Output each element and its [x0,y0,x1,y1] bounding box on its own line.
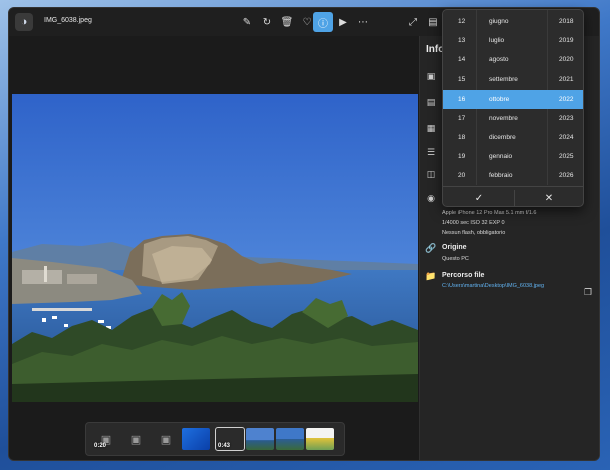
blue-screen-thumb [182,428,210,450]
camera-details: Apple iPhone 12 Pro Max 5.1 mm f/1.6 [442,210,537,216]
action-divider [514,190,515,206]
month-value[interactable]: settembre [489,76,518,83]
year-value[interactable]: 2021 [559,76,573,83]
description-icon: ☰ [426,146,436,157]
checkmark-icon[interactable]: ✓ [472,191,486,205]
thumbnail[interactable]: ▣ [122,428,150,450]
month-value[interactable]: novembre [489,115,518,122]
image-placeholder-icon: ▣ [130,433,142,446]
year-value[interactable]: 2018 [559,18,573,25]
year-value[interactable]: 2019 [559,37,573,44]
date-row[interactable]: 13 luglio 2019 [443,31,583,50]
month-value[interactable]: giugno [489,18,509,25]
origin-value: Questo PC [442,256,469,262]
day-value[interactable]: 15 [458,76,465,83]
file-name: IMG_6038.jpeg [44,17,92,24]
photos-app-icon: ◑ [15,13,33,31]
file-path-label: Percorso file [442,272,485,279]
date-picker-actions: ✓ ✕ [443,186,583,206]
panel-icon[interactable]: ▤ [423,12,443,32]
calendar-icon: ▦ [426,122,436,133]
exposure-details: 1/4000 sec ISO 32 EXP 0 [442,220,505,226]
thumbnail[interactable] [182,428,210,450]
month-value[interactable]: dicembre [489,134,516,141]
day-value[interactable]: 13 [458,37,465,44]
camera-icon: ◉ [427,192,435,203]
date-picker: 12 giugno 2018 13 luglio 2019 14 agosto … [442,9,584,207]
month-value[interactable]: gennaio [489,153,512,160]
thumbnail[interactable] [246,428,274,450]
delete-icon[interactable]: 🗑 [277,12,297,32]
video-duration: 0:43 [218,443,231,449]
bright-photo-thumb [306,428,334,450]
coastal-landscape-photo [12,94,418,402]
year-value[interactable]: 2025 [559,153,573,160]
date-row[interactable]: 15 settembre 2021 [443,70,583,89]
thumbnail[interactable]: ▣ [152,428,180,450]
video-duration: 0:20 [94,443,107,449]
slideshow-icon[interactable]: ▶ [333,12,353,32]
year-value[interactable]: 2022 [559,96,573,103]
day-value[interactable]: 12 [458,18,465,25]
day-value[interactable]: 14 [458,56,465,63]
thumbnail[interactable] [276,428,304,450]
fullscreen-icon[interactable]: ⤢ [403,12,423,32]
flash-details: Nessun flash, obbligatorio [442,230,506,236]
date-row-selected[interactable]: 16 ottobre 2022 [443,90,583,109]
date-row[interactable]: 18 dicembre 2024 [443,128,583,147]
month-value[interactable]: febbraio [489,172,513,179]
info-icon[interactable]: ⓘ [313,12,333,32]
folder-icon: ◫ [426,168,436,179]
thumbnail[interactable]: ▣ 0:20 [92,428,120,450]
sea-photo-thumb [246,428,274,450]
day-value[interactable]: 20 [458,172,465,179]
edit-icon[interactable]: ✎ [237,12,257,32]
more-icon[interactable]: ⋯ [353,12,373,32]
main-photo[interactable] [12,94,418,402]
sea-photo-thumb [276,428,304,450]
origin-label: Origine [442,244,467,251]
year-value[interactable]: 2024 [559,134,573,141]
thumbnail[interactable] [306,428,334,450]
month-value[interactable]: ottobre [489,96,509,103]
image-icon: ▣ [426,70,436,81]
close-icon[interactable]: ✕ [542,191,556,205]
year-value[interactable]: 2023 [559,115,573,122]
folder-icon: 📁 [425,270,437,281]
month-value[interactable]: agosto [489,56,509,63]
year-value[interactable]: 2026 [559,172,573,179]
image-placeholder-icon: ▣ [160,433,172,446]
filmstrip: ▣ 0:20 ▣ ▣ 0:43 [85,422,345,456]
file-icon: ▤ [426,96,436,107]
date-row[interactable]: 17 novembre 2023 [443,109,583,128]
date-row[interactable]: 19 gennaio 2025 [443,147,583,166]
day-value[interactable]: 16 [458,96,465,103]
file-path-link[interactable]: C:\Users\martina\Desktop\IMG_6038.jpeg [442,283,544,289]
copy-icon[interactable]: ❐ [582,286,594,298]
year-value[interactable]: 2020 [559,56,573,63]
rotate-icon[interactable]: ↻ [257,12,277,32]
link-icon: 🔗 [425,242,437,253]
image-viewer: ▣ 0:20 ▣ ▣ 0:43 [9,36,419,460]
date-row[interactable]: 12 giugno 2018 [443,12,583,31]
day-value[interactable]: 17 [458,115,465,122]
date-row[interactable]: 14 agosto 2020 [443,50,583,69]
month-value[interactable]: luglio [489,37,504,44]
thumbnail[interactable]: 0:43 [215,427,245,451]
day-value[interactable]: 18 [458,134,465,141]
date-row[interactable]: 20 febbraio 2026 [443,166,583,185]
day-value[interactable]: 19 [458,153,465,160]
